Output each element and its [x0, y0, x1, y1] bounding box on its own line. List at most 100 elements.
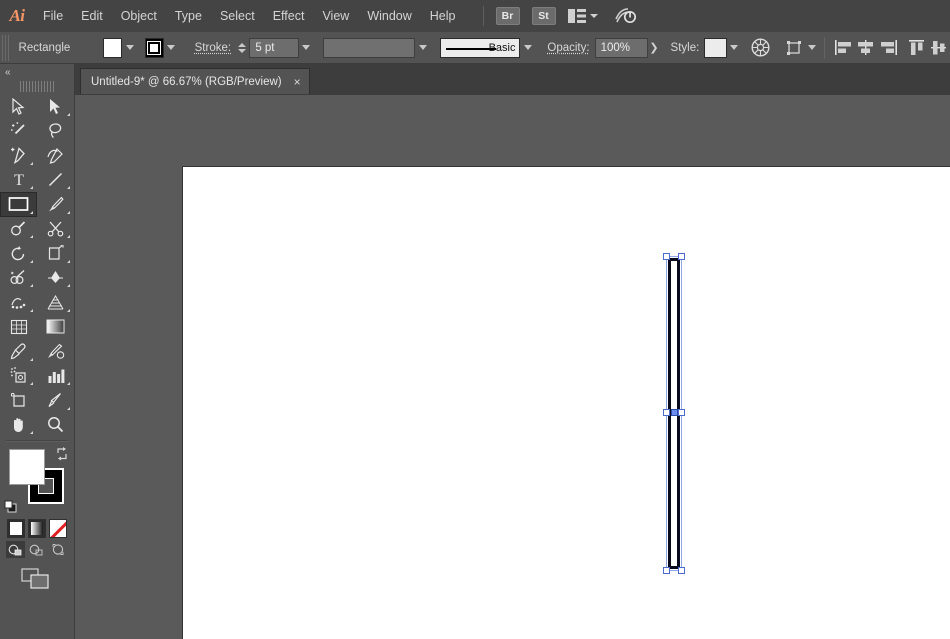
bridge-button[interactable]: Br: [495, 7, 520, 25]
tool-curvature[interactable]: [37, 143, 74, 168]
tool-paintbrush[interactable]: [37, 192, 74, 217]
brush-definition-select[interactable]: Basic: [440, 37, 521, 58]
transform-dropdown[interactable]: [806, 38, 817, 58]
tool-lasso[interactable]: [37, 119, 74, 144]
tool-symbol-sprayer[interactable]: [0, 364, 37, 389]
illustrator-window: Ai File Edit Object Type Select Effect V…: [0, 0, 950, 639]
menu-type[interactable]: Type: [166, 0, 211, 32]
arrange-documents-icon[interactable]: [567, 0, 586, 32]
align-right-icon[interactable]: [877, 36, 899, 60]
swap-fill-stroke-icon[interactable]: [55, 447, 69, 461]
tool-slice[interactable]: [37, 388, 74, 413]
draw-normal-button[interactable]: [6, 541, 26, 558]
tool-artboard[interactable]: [0, 388, 37, 413]
align-left-icon[interactable]: [832, 36, 854, 60]
anchor-point-bottom-left[interactable]: [663, 567, 670, 574]
flyout-indicator-icon: [67, 382, 70, 385]
stroke-weight-label[interactable]: Stroke:: [195, 42, 231, 54]
tool-magic-wand[interactable]: [0, 119, 37, 144]
anchor-point-middle-left[interactable]: [663, 409, 670, 416]
menu-edit[interactable]: Edit: [72, 0, 112, 32]
draw-behind-button[interactable]: [27, 541, 46, 558]
tool-free-transform[interactable]: [37, 241, 74, 266]
stroke-weight-dropdown[interactable]: [299, 38, 314, 58]
tool-hand[interactable]: [0, 413, 37, 438]
tool-eyedropper[interactable]: [0, 339, 37, 364]
opacity-input[interactable]: 100%: [594, 37, 648, 58]
tool-shaper[interactable]: [0, 217, 37, 242]
flyout-indicator-icon: [67, 284, 70, 287]
anchor-point-top-left[interactable]: [663, 253, 670, 260]
none-button[interactable]: [49, 519, 67, 538]
draw-inside-button[interactable]: [49, 541, 68, 558]
tool-direct-selection[interactable]: [37, 94, 74, 119]
graphic-style-swatch[interactable]: [704, 37, 727, 58]
tool-perspective-grid[interactable]: [37, 290, 74, 315]
menu-select[interactable]: Select: [211, 0, 264, 32]
opacity-label[interactable]: Opacity:: [547, 42, 589, 54]
selected-rectangle-object[interactable]: [663, 253, 685, 574]
tool-pen[interactable]: [0, 143, 37, 168]
opacity-flyout-arrow[interactable]: ❯: [648, 38, 661, 58]
tool-scissors[interactable]: [37, 217, 74, 242]
change-screen-mode-icon[interactable]: [0, 558, 74, 590]
menu-effect[interactable]: Effect: [264, 0, 314, 32]
collapse-panel-icon[interactable]: «: [0, 64, 74, 80]
transform-panel-icon[interactable]: [784, 36, 806, 60]
canvas-area[interactable]: [75, 95, 950, 639]
tool-type[interactable]: T: [0, 168, 37, 193]
fill-indicator-swatch[interactable]: [9, 449, 45, 485]
menu-help[interactable]: Help: [421, 0, 465, 32]
sync-settings-icon[interactable]: [614, 0, 636, 32]
chevron-down-icon[interactable]: [586, 0, 602, 32]
default-fill-stroke-icon[interactable]: [4, 500, 18, 514]
tool-rectangle[interactable]: [0, 192, 37, 217]
variable-width-dropdown[interactable]: [415, 38, 430, 58]
style-label: Style:: [670, 41, 700, 54]
menu-window[interactable]: Window: [358, 0, 420, 32]
color-button[interactable]: [7, 519, 26, 538]
anchor-point-bottom-right[interactable]: [678, 567, 685, 574]
align-top-icon[interactable]: [905, 36, 927, 60]
stroke-weight-stepper[interactable]: [237, 38, 247, 58]
tool-line-segment[interactable]: [37, 168, 74, 193]
recolor-artwork-icon[interactable]: [750, 36, 772, 60]
artboard[interactable]: [182, 166, 950, 639]
stock-button[interactable]: St: [531, 7, 556, 25]
tools-divider: [6, 440, 68, 442]
document-tab-title: Untitled-9* @ 66.67% (RGB/Preview): [91, 75, 282, 88]
anchor-point-top-right[interactable]: [678, 253, 685, 260]
fill-swatch-dropdown[interactable]: [122, 38, 137, 58]
menu-file[interactable]: File: [34, 0, 72, 32]
align-horizontal-center-icon[interactable]: [855, 36, 877, 60]
fill-color-swatch[interactable]: [103, 37, 123, 58]
brush-definition-dropdown[interactable]: [520, 38, 535, 58]
tool-gradient[interactable]: [37, 315, 74, 340]
stroke-color-swatch[interactable]: [145, 37, 164, 58]
menu-divider: [482, 6, 484, 26]
stroke-weight-input[interactable]: 5 pt: [249, 37, 299, 58]
variable-width-profile-select[interactable]: [323, 37, 416, 58]
graphic-style-dropdown[interactable]: [727, 38, 742, 58]
tool-width[interactable]: [37, 266, 74, 291]
anchor-point-middle-right[interactable]: [678, 409, 685, 416]
flyout-indicator-icon: [30, 357, 33, 361]
tool-rotate[interactable]: [0, 241, 37, 266]
tools-panel-grip[interactable]: [20, 81, 54, 92]
tool-shape-builder[interactable]: [0, 266, 37, 291]
tool-column-graph[interactable]: [37, 364, 74, 389]
stroke-swatch-dropdown[interactable]: [164, 38, 179, 58]
tool-selection[interactable]: [0, 94, 37, 119]
document-tab[interactable]: Untitled-9* @ 66.67% (RGB/Preview) ×: [80, 68, 310, 94]
gradient-button[interactable]: [28, 519, 47, 538]
control-bar-grip[interactable]: [2, 34, 9, 61]
anchor-point-middle-center[interactable]: [671, 409, 678, 416]
align-vertical-center-icon[interactable]: [928, 36, 950, 60]
menu-view[interactable]: View: [313, 0, 358, 32]
tool-zoom[interactable]: [37, 413, 74, 438]
tool-blob-brush[interactable]: [37, 339, 74, 364]
close-icon[interactable]: ×: [294, 76, 301, 88]
tool-blend[interactable]: [0, 290, 37, 315]
menu-object[interactable]: Object: [112, 0, 166, 32]
tool-mesh[interactable]: [0, 315, 37, 340]
